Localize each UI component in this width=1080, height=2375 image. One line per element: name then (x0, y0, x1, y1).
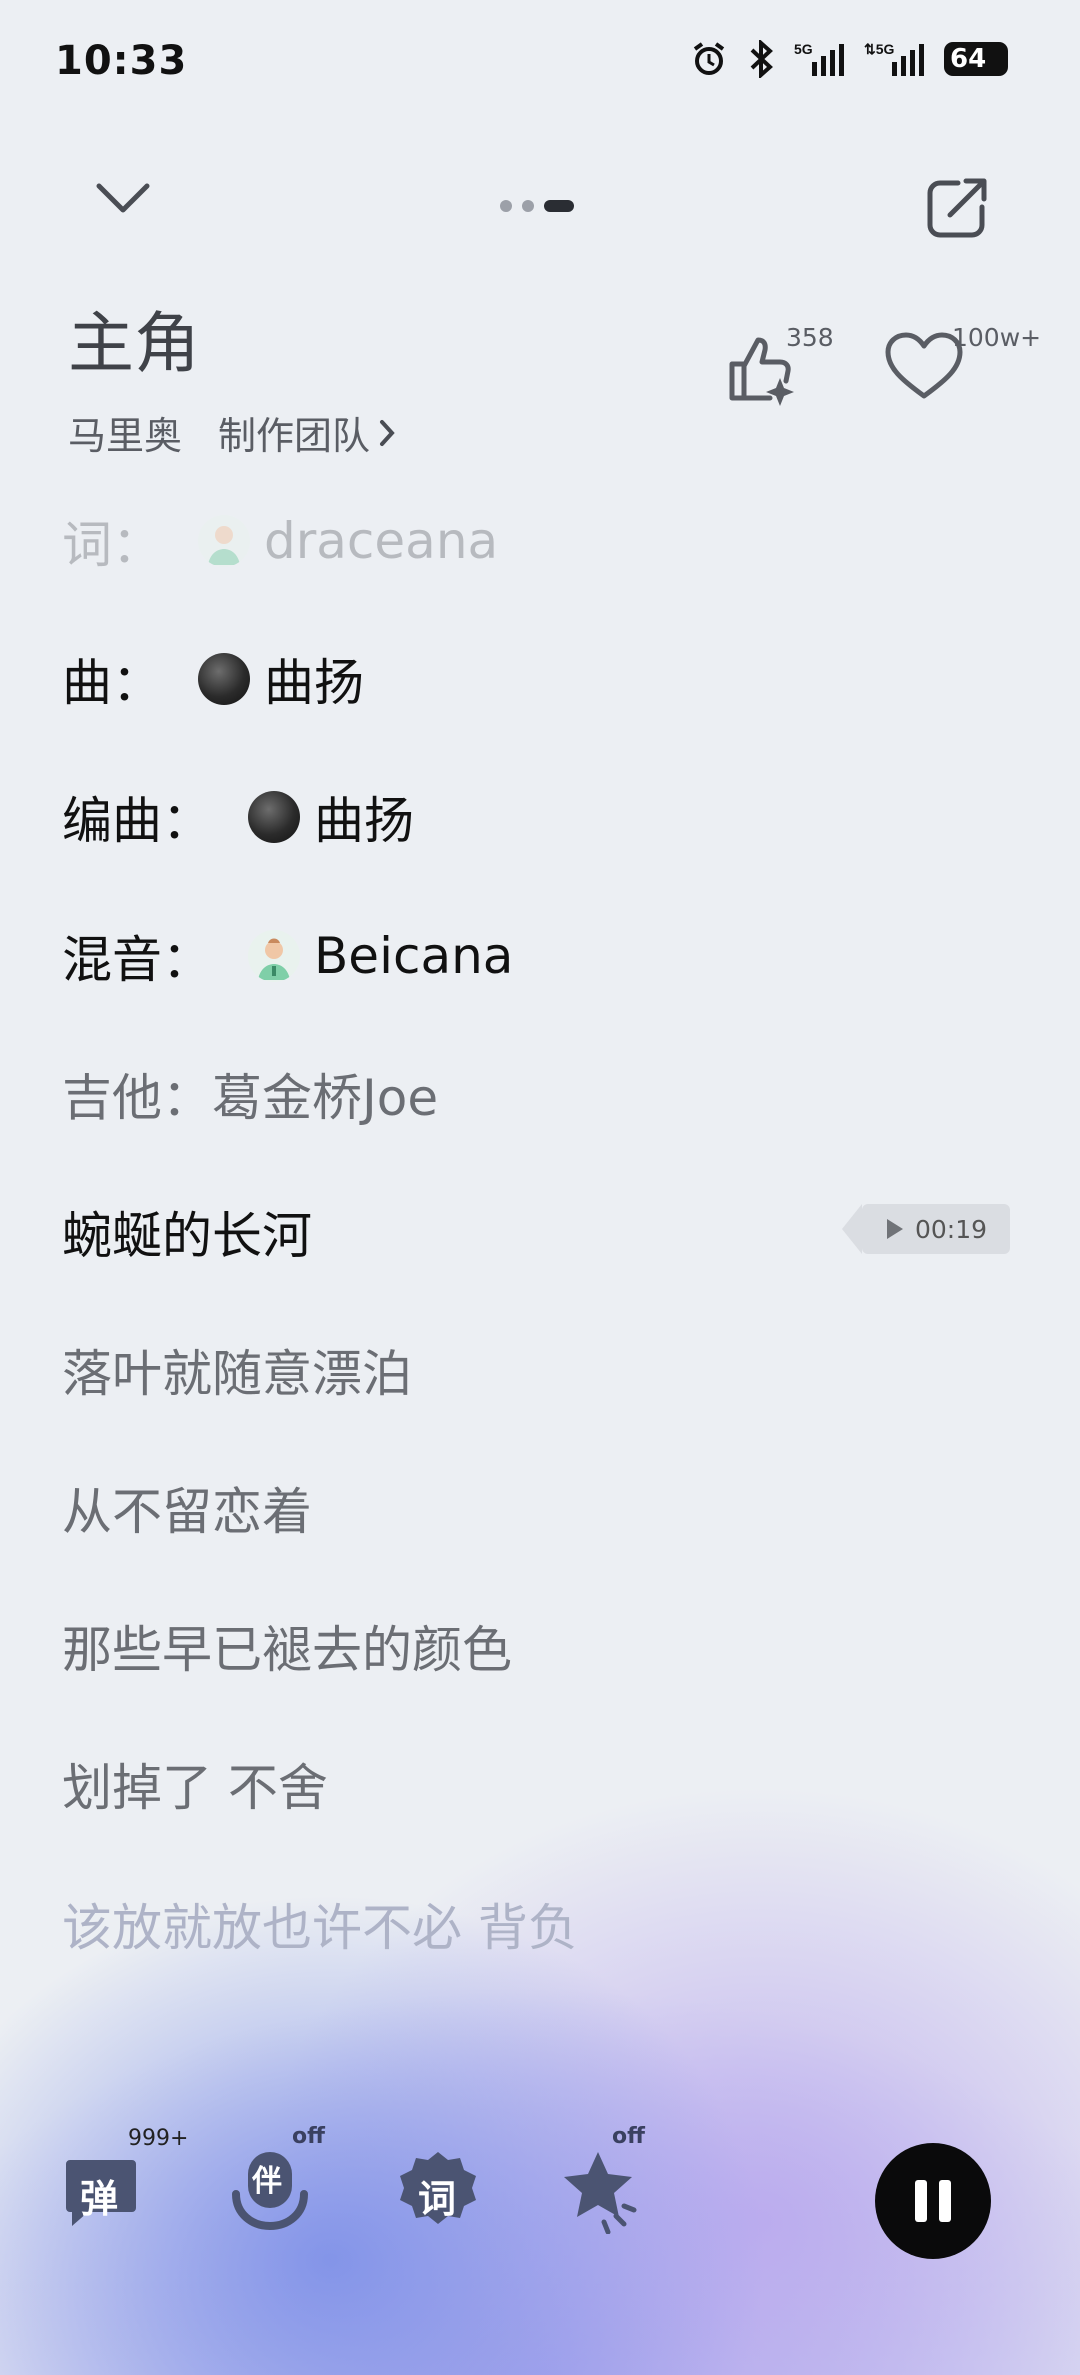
credit-lyricist: 词： draceana (62, 505, 498, 577)
page-dot-active (544, 200, 574, 212)
credit-guitar: 吉他： 葛金桥Joe (62, 1058, 438, 1130)
credit-name[interactable]: 曲扬 (264, 643, 364, 715)
pause-icon-bar (939, 2180, 951, 2222)
person-avatar-icon (258, 938, 290, 980)
credit-arranger: 编曲： 曲扬 (62, 781, 414, 853)
preview-play-button[interactable]: 00:19 (842, 1204, 1010, 1254)
accompany-label: 伴 (252, 2164, 282, 2199)
lyrics-label: 词 (418, 2177, 457, 2221)
credit-mixer: 混音： Beicana (62, 920, 513, 992)
lyric-line-faded[interactable]: 该放就放也许不必 背负 (62, 1888, 578, 1960)
status-time: 10:33 (55, 38, 188, 84)
credit-name: 葛金桥Joe (212, 1069, 439, 1127)
artist-line: 马里奥 制作团队 (68, 405, 396, 460)
lyric-line[interactable]: 划掉了 不舍 (62, 1748, 328, 1820)
effect-button[interactable]: off (560, 2124, 645, 2238)
signal-5g-icon-2: ⇅5G (864, 41, 924, 76)
play-icon (886, 1219, 903, 1239)
alarm-icon (693, 42, 725, 75)
credits-link-label: 制作团队 (218, 414, 371, 458)
lyric-line[interactable]: 从不留恋着 (62, 1472, 312, 1544)
effect-state: off (612, 2124, 645, 2149)
avatar[interactable] (198, 653, 250, 705)
svg-text:5G: 5G (794, 41, 813, 57)
page-dot (522, 200, 534, 212)
song-title: 主角 (68, 305, 200, 382)
favorites-count: 100w+ (952, 323, 1042, 352)
credit-name[interactable]: Beicana (314, 927, 513, 985)
credit-role: 吉他： (62, 1069, 212, 1127)
credit-name[interactable]: draceana (264, 512, 498, 570)
credit-composer: 曲： 曲扬 (62, 643, 364, 715)
likes-count: 358 (786, 323, 834, 352)
lyrics-button[interactable]: 词 (398, 2150, 478, 2234)
bluetooth-icon (750, 40, 773, 78)
credit-role: 编曲： (62, 792, 212, 850)
credits-link[interactable]: 制作团队 (218, 405, 396, 460)
preview-time: 00:19 (914, 1214, 988, 1244)
lyric-line[interactable]: 那些早已褪去的颜色 (62, 1610, 512, 1682)
battery-indicator: 64 (944, 42, 1008, 76)
lyric-line[interactable]: 落叶就随意漂泊 (62, 1334, 412, 1406)
credit-role: 曲： (62, 654, 162, 712)
avatar[interactable] (248, 930, 300, 982)
danmaku-button[interactable]: 弹 999+ (62, 2126, 188, 2234)
chevron-down-icon[interactable] (95, 180, 151, 216)
lyric-line-current[interactable]: 蜿蜒的长河 (62, 1196, 312, 1268)
svg-text:⇅5G: ⇅5G (864, 41, 895, 57)
status-icons: 5G ⇅5G 64 (690, 40, 1008, 78)
danmaku-count: 999+ (128, 2126, 189, 2151)
person-avatar-icon (208, 526, 240, 565)
share-icon[interactable] (924, 175, 990, 241)
chevron-right-icon (380, 419, 395, 446)
pause-icon-bar (915, 2180, 927, 2222)
accompany-state: off (292, 2124, 325, 2149)
credit-name[interactable]: 曲扬 (314, 781, 414, 853)
avatar[interactable] (198, 515, 250, 567)
credit-role: 词： (62, 516, 162, 574)
page-indicator (500, 200, 574, 212)
danmaku-label: 弹 (80, 2177, 119, 2221)
avatar[interactable] (248, 791, 300, 843)
pause-button[interactable] (875, 2143, 991, 2259)
credit-role: 混音： (62, 931, 212, 989)
signal-5g-icon: 5G (794, 41, 844, 76)
artist-name[interactable]: 马里奥 (68, 405, 182, 460)
star-effect-icon (564, 2152, 637, 2235)
accompany-button[interactable]: 伴 off (230, 2124, 325, 2234)
page-dot (500, 200, 512, 212)
